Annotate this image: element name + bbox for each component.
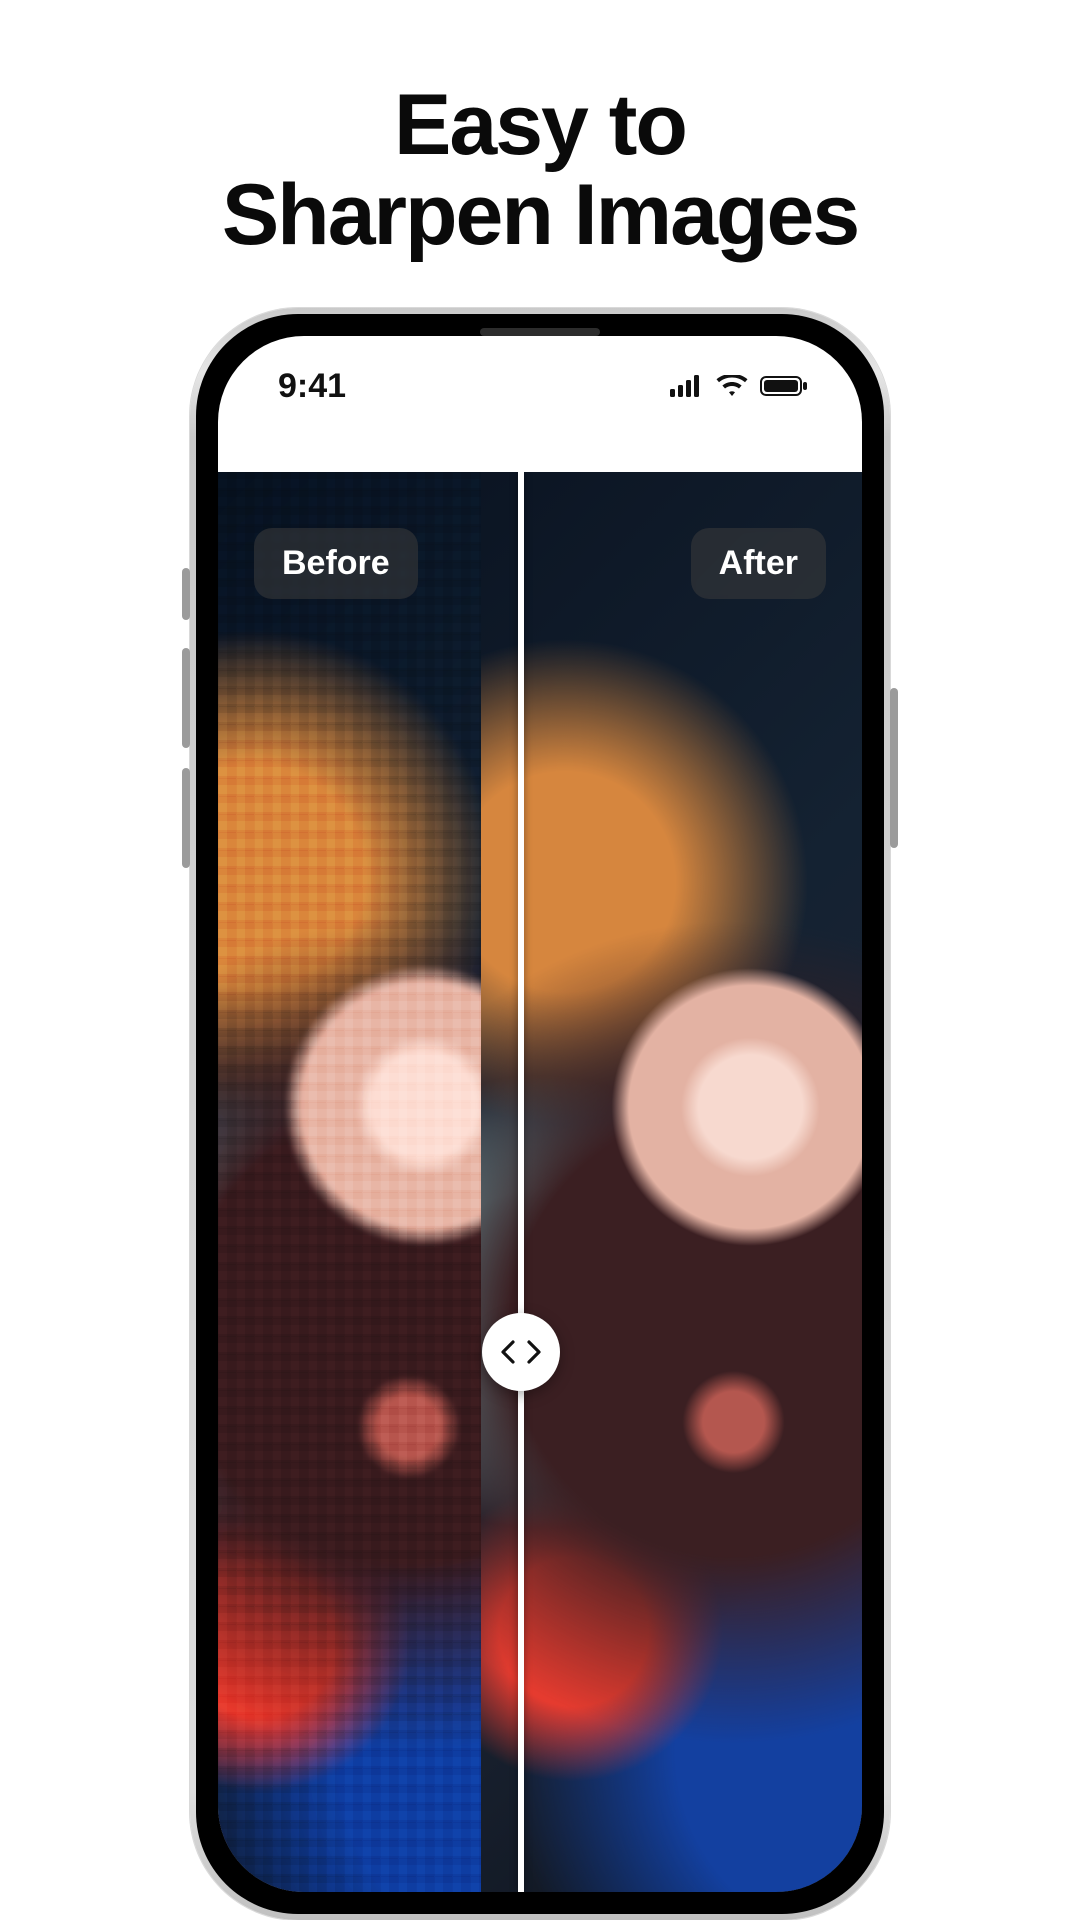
before-label: Before — [254, 528, 418, 599]
slider-arrows-icon — [499, 1338, 543, 1366]
image-compare: Before After — [218, 472, 862, 1892]
phone-speaker-notch — [480, 328, 600, 336]
phone-mockup: 9:41 — [190, 308, 890, 1920]
phone-power-button — [890, 688, 898, 848]
status-icons — [670, 375, 808, 397]
battery-icon — [760, 375, 808, 397]
status-bar: 9:41 — [218, 336, 862, 436]
wifi-icon — [716, 375, 748, 397]
phone-frame-inner: 9:41 — [196, 314, 884, 1914]
after-label: After — [691, 528, 826, 599]
phone-volume-up-button — [182, 648, 190, 748]
compare-slider-handle[interactable] — [482, 1313, 560, 1391]
compare-divider[interactable] — [518, 472, 524, 1892]
status-time: 9:41 — [278, 367, 346, 406]
app-store-screenshot: Easy to Sharpen Images 9:41 — [0, 0, 1080, 1920]
phone-screen: 9:41 — [218, 336, 862, 1892]
cellular-signal-icon — [670, 375, 704, 397]
before-side — [218, 472, 521, 1892]
headline: Easy to Sharpen Images — [0, 80, 1080, 261]
phone-volume-down-button — [182, 768, 190, 868]
phone-side-button — [182, 568, 190, 620]
after-image — [481, 472, 862, 1892]
pixel-grid-overlay — [218, 472, 521, 1892]
after-side — [521, 472, 862, 1892]
